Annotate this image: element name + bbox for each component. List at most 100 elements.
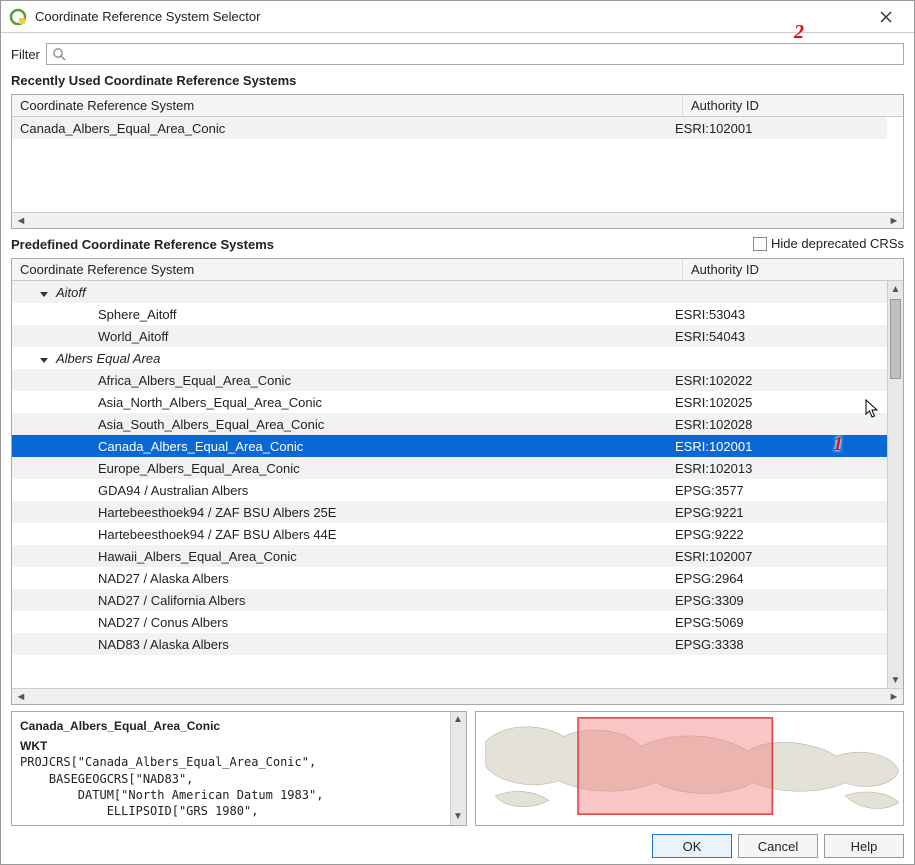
crs-name: NAD27 / Alaska Albers	[98, 571, 229, 586]
predef-section-row: Predefined Coordinate Reference Systems …	[11, 235, 904, 252]
wkt-line: PROJCRS["Canada_Albers_Equal_Area_Conic"…	[20, 754, 448, 770]
callout-one: 1	[833, 433, 843, 456]
col-header-auth[interactable]: Authority ID	[683, 95, 903, 116]
recent-list: Coordinate Reference System Authority ID…	[11, 94, 904, 229]
recent-header: Coordinate Reference System Authority ID	[12, 95, 903, 117]
authority-id: EPSG:9222	[667, 524, 887, 545]
list-item[interactable]: Africa_Albers_Equal_Area_Conic ESRI:10202…	[12, 369, 887, 391]
list-item[interactable]: NAD83 / Alaska AlbersEPSG:3338	[12, 633, 887, 655]
predef-body[interactable]: ▲ ▼ AitoffSphere_AitoffESRI:53043World_A…	[12, 281, 903, 688]
crs-selector-dialog: Coordinate Reference System Selector Fil…	[0, 0, 915, 865]
list-item[interactable]: Hawaii_Albers_Equal_Area_ConicESRI:10200…	[12, 545, 887, 567]
list-item[interactable]: Sphere_Aitoff ESRI:53043	[12, 303, 887, 325]
checkbox-icon	[753, 237, 767, 251]
cancel-button[interactable]: Cancel	[738, 834, 818, 858]
col-header-crs[interactable]: Coordinate Reference System	[12, 259, 683, 280]
crs-name: Aitoff	[56, 285, 86, 300]
list-item[interactable]: Asia_North_Albers_Equal_Area_Conic ESRI:1…	[12, 391, 887, 413]
authority-id: ESRI:102022	[667, 370, 887, 391]
crs-group-row[interactable]: Aitoff	[12, 281, 887, 303]
bottom-panes: Canada_Albers_Equal_Area_Conic WKT PROJC…	[11, 711, 904, 826]
list-item[interactable]: World_Aitoff ESRI:54043	[12, 325, 887, 347]
button-row: OK Cancel Help	[11, 832, 904, 858]
list-item[interactable]: Europe_Albers_Equal_Area_ConicESRI:10201…	[12, 457, 887, 479]
predef-hscroll[interactable]: ◄ ►	[12, 688, 903, 704]
authority-id: EPSG:5069	[667, 612, 887, 633]
help-button[interactable]: Help	[824, 834, 904, 858]
authority-id: EPSG:2964	[667, 568, 887, 589]
recent-item-crs: Canada_Albers_Equal_Area_Conic	[12, 118, 667, 139]
predef-list: Coordinate Reference System Authority ID…	[11, 258, 904, 705]
crs-group-row[interactable]: Albers Equal Area	[12, 347, 887, 369]
wkt-crs-name: Canada_Albers_Equal_Area_Conic	[20, 718, 448, 734]
col-header-auth[interactable]: Authority ID	[683, 259, 903, 280]
close-icon	[880, 11, 892, 23]
dialog-body: Filter Recently Used Coordinate Referenc…	[1, 33, 914, 864]
list-item[interactable]: Canada_Albers_Equal_Area_Conic ESRI:1020…	[12, 117, 887, 139]
crs-name: Hartebeesthoek94 / ZAF BSU Albers 25E	[98, 505, 336, 520]
crs-name: Africa_Albers_Equal_Area_Conic	[98, 373, 291, 388]
authority-id: ESRI:53043	[667, 304, 887, 325]
hide-deprecated-checkbox[interactable]: Hide deprecated CRSs	[753, 236, 904, 251]
list-item[interactable]: Hartebeesthoek94 / ZAF BSU Albers 25EEPS…	[12, 501, 887, 523]
recent-item-auth: ESRI:102001	[667, 118, 887, 139]
map-preview-pane[interactable]	[475, 711, 905, 826]
crs-name: Asia_North_Albers_Equal_Area_Conic	[98, 395, 322, 410]
authority-id: EPSG:3338	[667, 634, 887, 655]
authority-id: ESRI:102025	[667, 392, 887, 413]
wkt-line: ELLIPSOID["GRS 1980",	[20, 803, 448, 819]
list-item[interactable]: NAD27 / Conus Albers EPSG:5069	[12, 611, 887, 633]
scroll-down-icon[interactable]: ▼	[451, 809, 466, 825]
qgis-icon	[9, 8, 27, 26]
world-map-icon	[476, 712, 904, 825]
wkt-pane[interactable]: Canada_Albers_Equal_Area_Conic WKT PROJC…	[11, 711, 467, 826]
wkt-line: DATUM["North American Datum 1983",	[20, 787, 448, 803]
wkt-line: BASEGEOGCRS["NAD83",	[20, 771, 448, 787]
crs-name: Canada_Albers_Equal_Area_Conic	[98, 439, 303, 454]
crs-name: World_Aitoff	[98, 329, 168, 344]
scroll-up-icon[interactable]: ▲	[451, 712, 466, 728]
filter-input-wrap	[46, 43, 904, 65]
crs-name: Albers Equal Area	[56, 351, 160, 366]
close-button[interactable]	[866, 4, 906, 30]
authority-id: ESRI:54043	[667, 326, 887, 347]
cursor-icon	[865, 399, 881, 421]
filter-label: Filter	[11, 47, 40, 62]
scroll-right-icon[interactable]: ►	[887, 214, 901, 228]
predef-vscroll[interactable]: ▲ ▼	[887, 281, 903, 688]
crs-name: Europe_Albers_Equal_Area_Conic	[98, 461, 300, 476]
filter-input[interactable]	[46, 43, 904, 65]
titlebar: Coordinate Reference System Selector	[1, 1, 914, 33]
recent-hscroll[interactable]: ◄ ►	[12, 212, 903, 228]
recent-section-title: Recently Used Coordinate Reference Syste…	[11, 73, 904, 88]
wkt-vscroll[interactable]: ▲ ▼	[450, 712, 466, 825]
list-item[interactable]: NAD27 / California AlbersEPSG:3309	[12, 589, 887, 611]
crs-name: Asia_South_Albers_Equal_Area_Conic	[98, 417, 324, 432]
list-item[interactable]: NAD27 / Alaska Albers EPSG:2964	[12, 567, 887, 589]
scroll-left-icon[interactable]: ◄	[14, 214, 28, 228]
scroll-thumb[interactable]	[890, 299, 901, 379]
scroll-up-icon[interactable]: ▲	[888, 281, 903, 297]
scroll-down-icon[interactable]: ▼	[888, 672, 903, 688]
authority-id: ESRI:102028	[667, 414, 887, 435]
scroll-right-icon[interactable]: ►	[887, 690, 901, 704]
authority-id: EPSG:3577	[667, 480, 887, 501]
list-item[interactable]: Asia_South_Albers_Equal_Area_Conic ESRI:1…	[12, 413, 887, 435]
expander-icon[interactable]	[40, 351, 52, 366]
list-item[interactable]: Canada_Albers_Equal_Area_ConicESRI:10200…	[12, 435, 887, 457]
authority-id	[667, 355, 887, 361]
filter-row: Filter	[11, 43, 904, 65]
crs-name: NAD27 / Conus Albers	[98, 615, 228, 630]
crs-name: Sphere_Aitoff	[98, 307, 177, 322]
list-item[interactable]: Hartebeesthoek94 / ZAF BSU Albers 44EEPS…	[12, 523, 887, 545]
expander-icon[interactable]	[40, 285, 52, 300]
list-item[interactable]: GDA94 / Australian Albers EPSG:3577	[12, 479, 887, 501]
scroll-left-icon[interactable]: ◄	[14, 690, 28, 704]
ok-button[interactable]: OK	[652, 834, 732, 858]
col-header-crs[interactable]: Coordinate Reference System	[12, 95, 683, 116]
predef-header: Coordinate Reference System Authority ID	[12, 259, 903, 281]
crs-name: GDA94 / Australian Albers	[98, 483, 248, 498]
predef-section-title: Predefined Coordinate Reference Systems	[11, 237, 274, 252]
wkt-label: WKT	[20, 738, 448, 754]
authority-id: EPSG:3309	[667, 590, 887, 611]
